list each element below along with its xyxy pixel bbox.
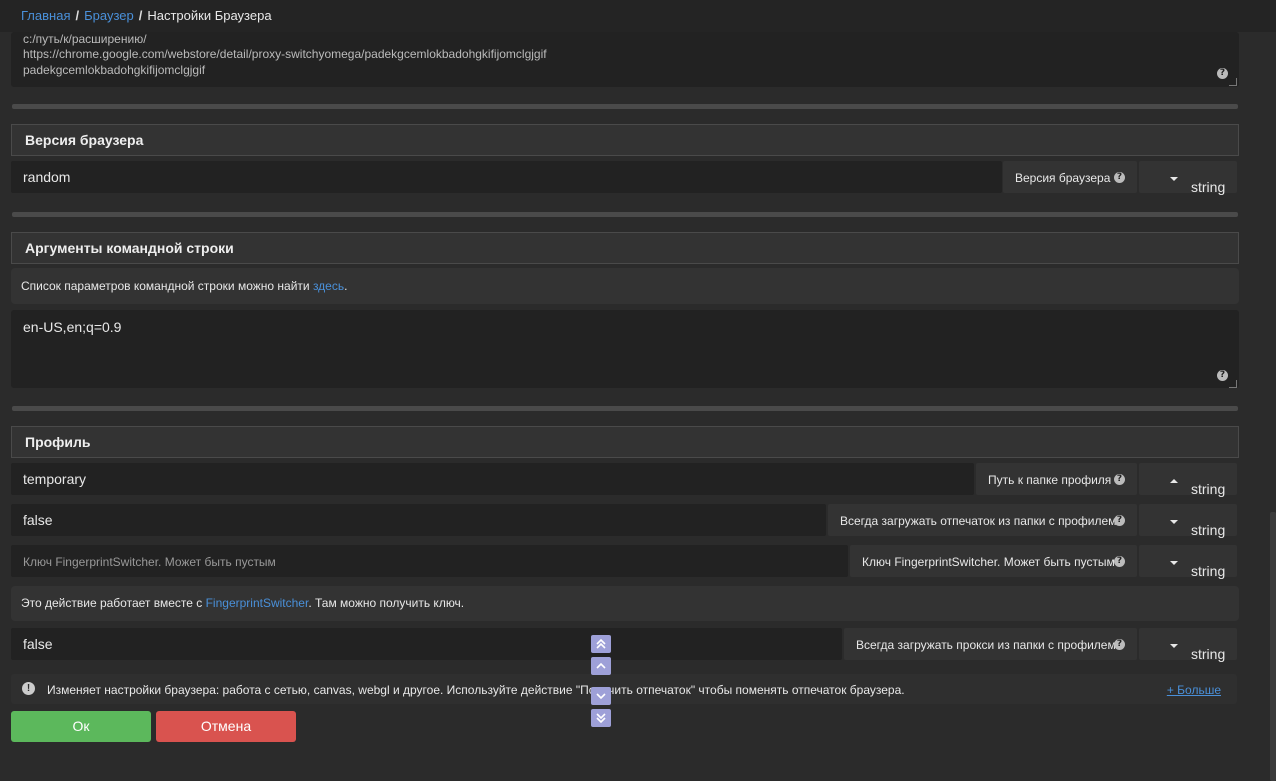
help-icon[interactable]: ? xyxy=(1217,68,1228,79)
type-label: string xyxy=(1165,554,1225,579)
resize-handle-icon[interactable] xyxy=(1229,380,1237,388)
section-title: Профиль xyxy=(25,434,91,450)
input-placeholder: Ключ FingerprintSwitcher. Может быть пус… xyxy=(23,555,276,569)
scrollbar-thumb[interactable] xyxy=(1270,512,1276,781)
input-value: false xyxy=(23,512,53,528)
cmdline-info: Список параметров командной строки можно… xyxy=(11,268,1239,304)
section-cmdline: Аргументы командной строки xyxy=(11,232,1239,264)
resize-handle-icon[interactable] xyxy=(1229,78,1237,86)
profile-path-label: Путь к папке профиля ? xyxy=(976,463,1137,495)
help-icon[interactable]: ? xyxy=(1114,172,1125,183)
type-dropdown-button[interactable]: string xyxy=(1139,161,1237,195)
breadcrumb-browser[interactable]: Браузер xyxy=(84,8,134,23)
info-text: Список параметров командной строки можно… xyxy=(21,279,348,293)
info-text: Это действие работает вместе с Fingerpri… xyxy=(21,596,465,610)
input-value: random xyxy=(23,169,71,185)
textarea-line: https://chrome.google.com/webstore/detai… xyxy=(23,47,547,61)
info-link[interactable]: FingerprintSwitcher xyxy=(206,596,309,610)
action-description: ! Изменяет настройки браузера: работа с … xyxy=(11,674,1237,704)
help-icon[interactable]: ? xyxy=(1114,556,1125,567)
breadcrumb-current: Настройки Браузера xyxy=(147,8,272,23)
type-label: string xyxy=(1165,513,1225,538)
textarea-line: padekgcemlokbadohgkifijomclgjgif xyxy=(23,63,206,77)
caret-up-icon xyxy=(1170,479,1178,484)
input-value: false xyxy=(23,636,53,652)
type-label: string xyxy=(1165,472,1225,497)
section-divider xyxy=(12,104,1238,109)
more-link[interactable]: + Больше xyxy=(1167,683,1221,697)
fingerprint-label: Всегда загружать отпечаток из папки с пр… xyxy=(828,504,1137,536)
section-browser-version: Версия браузера xyxy=(11,124,1239,156)
help-icon[interactable]: ? xyxy=(1114,639,1125,650)
top-bar: Главная / Браузер / Настройки Браузера xyxy=(0,0,1276,32)
type-dropdown-button[interactable]: string xyxy=(1139,504,1237,538)
section-profile: Профиль xyxy=(11,426,1239,458)
scroll-bottom-icon[interactable] xyxy=(591,709,611,727)
section-divider xyxy=(12,406,1238,411)
fingerprint-key-label: Ключ FingerprintSwitcher. Может быть пус… xyxy=(850,545,1137,577)
info-link[interactable]: здесь xyxy=(313,279,344,293)
label-text: Путь к папке профиля xyxy=(988,473,1112,487)
label-text: Всегда загружать прокси из папки с профи… xyxy=(856,638,1116,652)
type-dropdown-button[interactable]: string xyxy=(1139,463,1237,497)
ok-button[interactable]: Ок xyxy=(11,711,151,742)
fingerprint-input[interactable]: false xyxy=(11,504,826,536)
caret-down-icon xyxy=(1170,644,1178,649)
help-icon[interactable]: ? xyxy=(1114,474,1125,485)
breadcrumb-separator: / xyxy=(138,8,143,23)
fingerprint-key-info: Это действие работает вместе с Fingerpri… xyxy=(11,586,1239,621)
cancel-button[interactable]: Отмена xyxy=(156,711,296,742)
caret-down-icon xyxy=(1170,177,1178,182)
textarea-value: en-US,en;q=0.9 xyxy=(23,319,122,335)
section-title: Аргументы командной строки xyxy=(25,240,234,256)
type-dropdown-button[interactable]: string xyxy=(1139,628,1237,662)
exclamation-circle-icon: ! xyxy=(22,682,35,695)
help-icon[interactable]: ? xyxy=(1217,370,1228,381)
scroll-down-icon[interactable] xyxy=(591,687,611,705)
fingerprint-key-input[interactable]: Ключ FingerprintSwitcher. Может быть пус… xyxy=(11,545,848,577)
breadcrumb-separator: / xyxy=(75,8,80,23)
type-label: string xyxy=(1165,170,1225,195)
section-title: Версия браузера xyxy=(25,132,144,148)
extensions-textarea[interactable]: c:/путь/к/расширению/ https://chrome.goo… xyxy=(11,32,1239,87)
type-dropdown-button[interactable]: string xyxy=(1139,545,1237,579)
breadcrumb: Главная / Браузер / Настройки Браузера xyxy=(21,8,272,23)
profile-path-input[interactable]: temporary xyxy=(11,463,974,495)
caret-down-icon xyxy=(1170,561,1178,566)
section-divider xyxy=(12,212,1238,217)
scroll-top-icon[interactable] xyxy=(591,635,611,653)
textarea-line: c:/путь/к/расширению/ xyxy=(23,32,147,46)
help-icon[interactable]: ? xyxy=(1114,515,1125,526)
input-value: temporary xyxy=(23,471,87,487)
type-label: string xyxy=(1165,637,1225,662)
browser-version-label: Версия браузера ? xyxy=(1003,161,1137,193)
label-text: Всегда загружать отпечаток из папки с пр… xyxy=(840,514,1117,528)
scroll-up-icon[interactable] xyxy=(591,657,611,675)
proxy-input[interactable]: false xyxy=(11,628,842,660)
caret-down-icon xyxy=(1170,520,1178,525)
label-text: Версия браузера xyxy=(1015,171,1111,185)
scrollbar[interactable] xyxy=(1268,32,1276,781)
cmdline-textarea[interactable]: en-US,en;q=0.9 ? xyxy=(11,310,1239,388)
label-text: Ключ FingerprintSwitcher. Может быть пус… xyxy=(862,555,1115,569)
breadcrumb-home[interactable]: Главная xyxy=(21,8,70,23)
proxy-label: Всегда загружать прокси из папки с профи… xyxy=(844,628,1137,660)
description-text: Изменяет настройки браузера: работа с се… xyxy=(47,683,905,697)
browser-version-input[interactable]: random xyxy=(11,161,1002,193)
